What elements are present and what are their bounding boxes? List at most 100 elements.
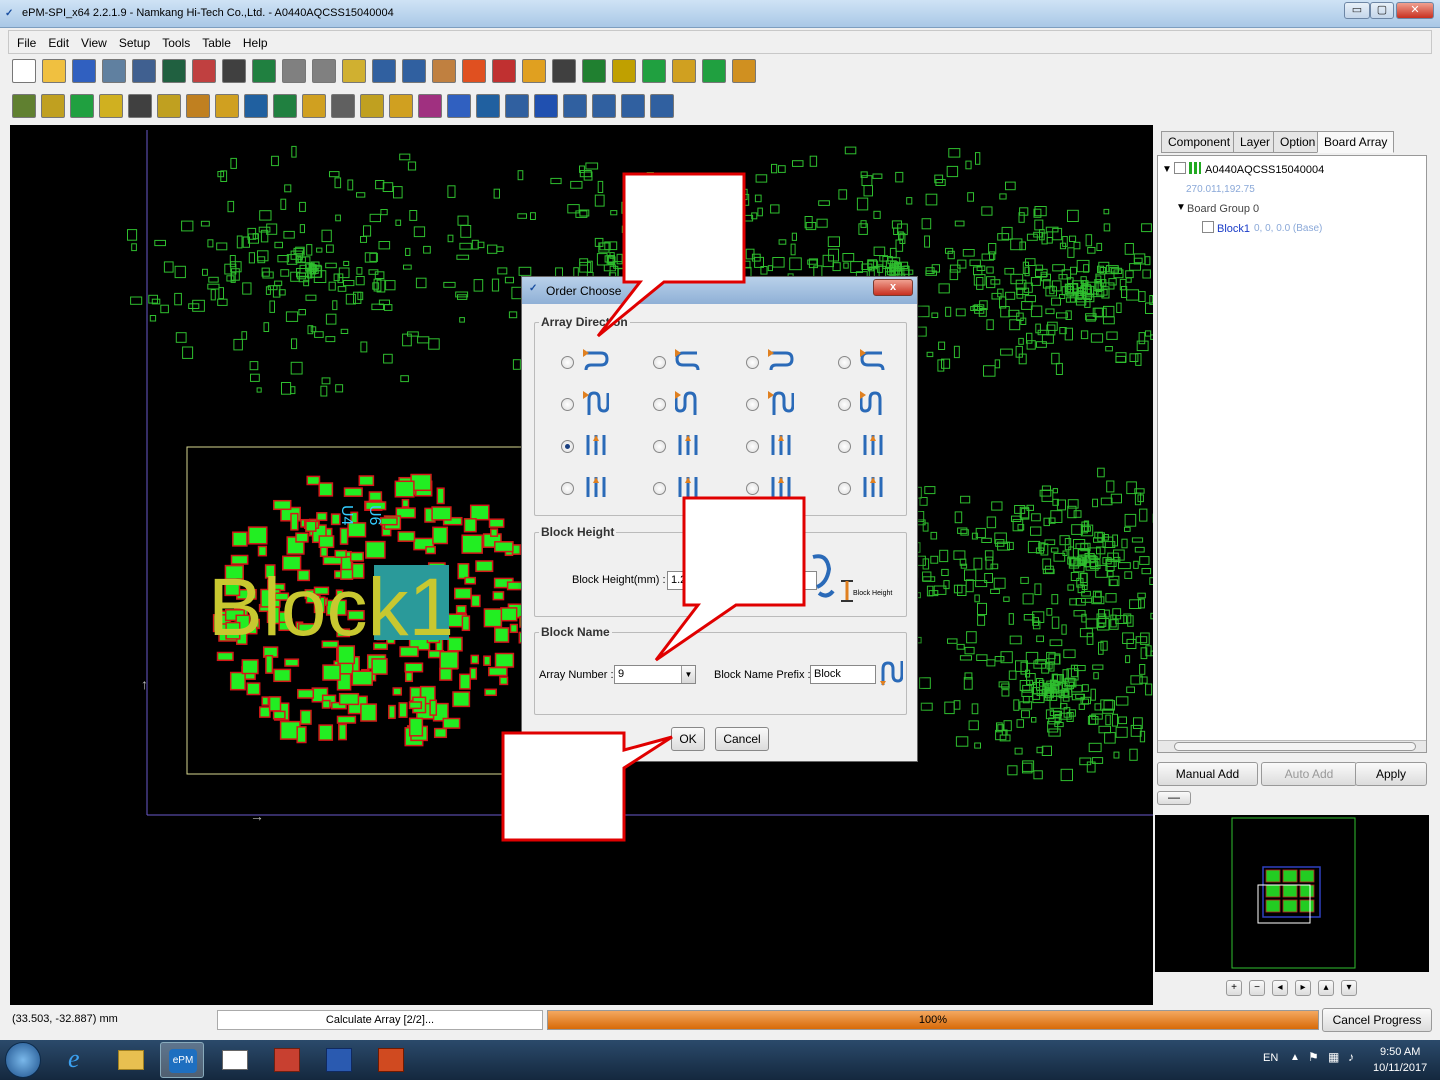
direction-radio-2[interactable] [653, 356, 666, 369]
fiducial-icon[interactable] [128, 94, 152, 118]
rotate-icon[interactable] [476, 94, 500, 118]
restore-button[interactable]: ▢ [1370, 2, 1394, 19]
root-checkbox[interactable] [1174, 162, 1186, 174]
redo-icon[interactable] [312, 59, 336, 83]
menu-view[interactable]: View [81, 36, 107, 50]
zoom-out-icon[interactable] [372, 59, 396, 83]
menu-setup[interactable]: Setup [119, 36, 150, 50]
menu-tools[interactable]: Tools [162, 36, 190, 50]
minimize-button[interactable]: ▭ [1344, 2, 1370, 19]
export-icon[interactable] [192, 59, 216, 83]
tree-group-label[interactable]: Board Group 0 [1187, 203, 1259, 215]
open-folder-icon[interactable] [42, 59, 66, 83]
layer-icon[interactable] [462, 59, 486, 83]
split-icon[interactable] [273, 94, 297, 118]
mail-taskbar-icon[interactable] [264, 1042, 308, 1078]
measure-icon[interactable] [612, 59, 636, 83]
clock-time[interactable]: 9:50 AM [1380, 1046, 1420, 1058]
powerpoint-taskbar-icon[interactable] [368, 1042, 412, 1078]
undo-icon[interactable] [282, 59, 306, 83]
scrollbar-thumb[interactable] [1174, 742, 1416, 751]
direction-radio-11[interactable] [746, 440, 759, 453]
check-icon[interactable] [215, 94, 239, 118]
overview-minimap[interactable] [1155, 815, 1429, 972]
copy-icon[interactable] [563, 94, 587, 118]
start-button[interactable] [5, 1042, 41, 1078]
block1-checkbox[interactable] [1202, 221, 1214, 233]
menu-edit[interactable]: Edit [48, 36, 69, 50]
epm-taskbar-icon[interactable]: ePM [160, 1042, 204, 1078]
pad-icon[interactable] [582, 59, 606, 83]
minimap-control-button[interactable]: ▴ [1318, 980, 1334, 996]
tab-component[interactable]: Component [1161, 131, 1238, 153]
direction-radio-15[interactable] [746, 482, 759, 495]
array-number-select[interactable]: 9 ▼ [614, 665, 696, 684]
zoom-in-icon[interactable] [342, 59, 366, 83]
zoom-fit-icon[interactable] [402, 59, 426, 83]
max-icon[interactable] [389, 94, 413, 118]
image-icon[interactable] [732, 59, 756, 83]
window-taskbar-icon[interactable] [212, 1042, 256, 1078]
mirror-icon[interactable] [534, 94, 558, 118]
direction-radio-10[interactable] [653, 440, 666, 453]
network-icon[interactable]: ▦ [1328, 1050, 1339, 1064]
tab-option[interactable]: Option [1273, 131, 1323, 153]
bottom-icon[interactable] [552, 59, 576, 83]
direction-radio-14[interactable] [653, 482, 666, 495]
minimap-control-button[interactable]: − [1249, 980, 1265, 996]
mark-icon[interactable] [99, 94, 123, 118]
tree-block-label[interactable]: Block1 [1217, 223, 1250, 235]
tree-horizontal-scrollbar[interactable] [1158, 740, 1426, 752]
select-pad-icon[interactable] [70, 94, 94, 118]
minimap-control-button[interactable]: ◂ [1272, 980, 1288, 996]
gerber-icon[interactable] [222, 59, 246, 83]
array-icon[interactable] [157, 94, 181, 118]
tree-root-label[interactable]: A0440AQCSS15040004 [1205, 164, 1324, 176]
expand-root-icon[interactable]: ▼ [1162, 164, 1172, 175]
job-icon[interactable] [102, 59, 126, 83]
grid-icon[interactable] [252, 59, 276, 83]
volume-icon[interactable]: ♪ [1348, 1050, 1354, 1064]
direction-radio-7[interactable] [746, 398, 759, 411]
report-icon[interactable] [650, 94, 674, 118]
cancel-button[interactable]: Cancel [715, 727, 769, 751]
paste-icon[interactable] [592, 94, 616, 118]
select-icon[interactable] [642, 59, 666, 83]
auto-add-button[interactable]: Auto Add [1261, 762, 1357, 786]
highlight-icon[interactable] [672, 59, 696, 83]
dialog-close-button[interactable]: x [873, 279, 913, 296]
clock-date[interactable]: 10/11/2017 [1373, 1062, 1427, 1074]
new-file-icon[interactable] [12, 59, 36, 83]
chevron-down-icon[interactable]: ▼ [681, 666, 695, 683]
mm-icon[interactable] [492, 59, 516, 83]
flag-icon[interactable]: ⚑ [1308, 1050, 1319, 1064]
menu-table[interactable]: Table [202, 36, 231, 50]
tab-board-array[interactable]: Board Array [1317, 131, 1395, 153]
manual-add-button[interactable]: Manual Add [1157, 762, 1258, 786]
xy-icon[interactable] [132, 59, 156, 83]
minimap-control-button[interactable]: + [1226, 980, 1242, 996]
direction-radio-16[interactable] [838, 482, 851, 495]
cancel-progress-button[interactable]: Cancel Progress [1322, 1008, 1432, 1032]
save-icon[interactable] [72, 59, 96, 83]
explorer-taskbar-icon[interactable] [108, 1042, 152, 1078]
minimap-control-button[interactable]: ▸ [1295, 980, 1311, 996]
language-indicator[interactable]: EN [1263, 1052, 1278, 1064]
auto-icon[interactable] [244, 94, 268, 118]
direction-radio-5[interactable] [561, 398, 574, 411]
tab-layer[interactable]: Layer [1233, 131, 1278, 153]
zoom-area-icon[interactable] [432, 59, 456, 83]
move-icon[interactable] [447, 94, 471, 118]
menu-file[interactable]: File [17, 36, 36, 50]
minimap-control-button[interactable]: ▾ [1341, 980, 1357, 996]
merge-icon[interactable] [302, 94, 326, 118]
badmark-icon[interactable] [360, 94, 384, 118]
direction-radio-4[interactable] [838, 356, 851, 369]
edit-pad-icon[interactable] [12, 94, 36, 118]
apply-button[interactable]: Apply [1355, 762, 1427, 786]
direction-radio-6[interactable] [653, 398, 666, 411]
block-name-prefix-input[interactable]: Block [810, 665, 876, 684]
close-button[interactable]: ✕ [1396, 2, 1434, 19]
direction-radio-9[interactable] [561, 440, 574, 453]
direction-radio-12[interactable] [838, 440, 851, 453]
